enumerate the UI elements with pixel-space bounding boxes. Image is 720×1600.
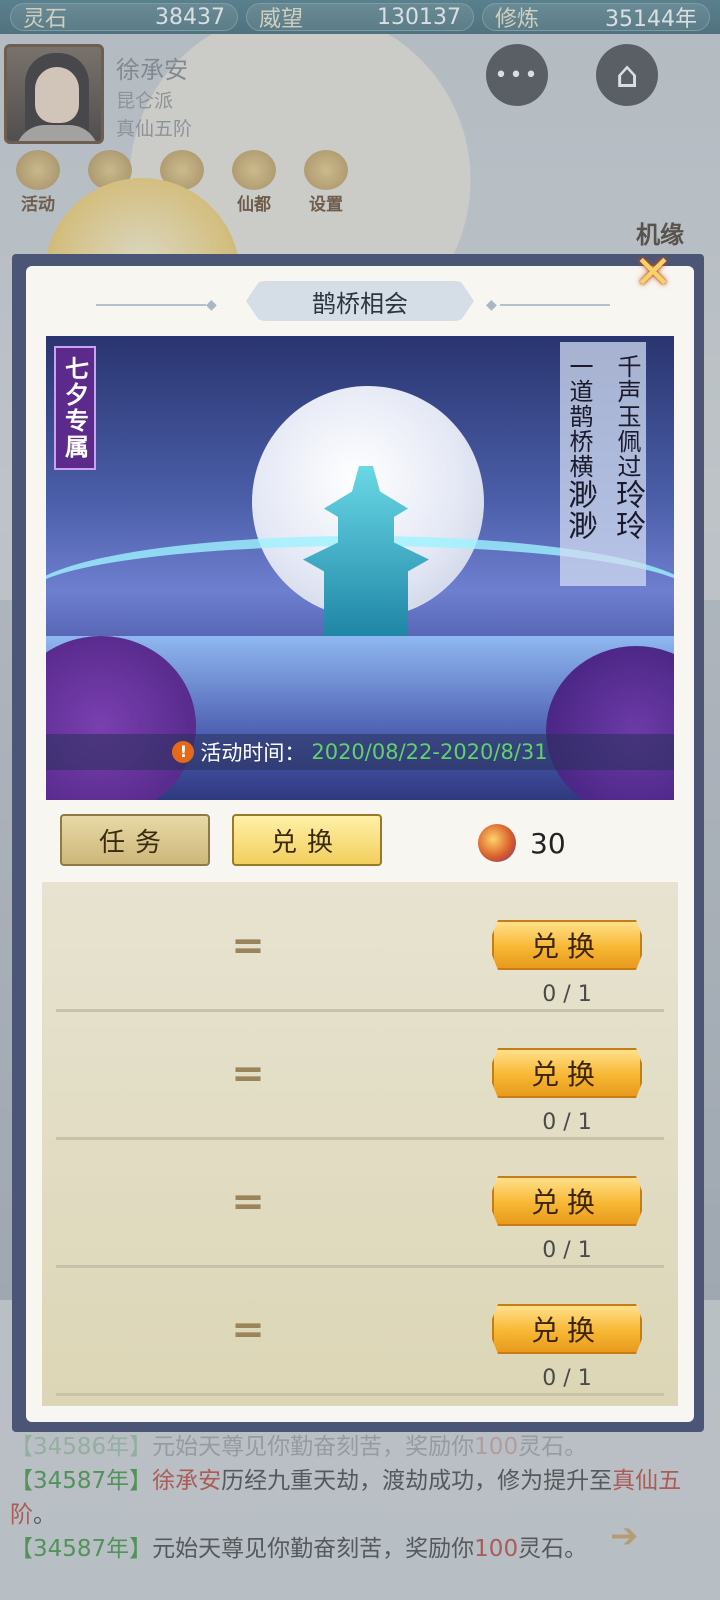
- equals-icon: =: [231, 1179, 265, 1225]
- exchange-button-label: 兑换: [530, 1314, 603, 1347]
- tab-exchange[interactable]: 兑换: [232, 814, 382, 866]
- event-time-label: 活动时间：: [200, 741, 306, 765]
- exchange-progress: 0 / 1: [542, 1238, 592, 1263]
- close-icon: ✕: [633, 245, 673, 299]
- event-time: ! 活动时间： 2020/08/22-2020/8/31: [46, 734, 674, 770]
- tab-label: 兑换: [270, 827, 343, 858]
- diamond-icon: ◆: [486, 297, 497, 313]
- poem-box: 千声玉佩过玲玲 一道鹊桥横渺渺: [560, 342, 646, 586]
- exchange-progress: 0 / 1: [542, 1110, 592, 1135]
- exchange-row: = 兑换 0 / 1: [56, 1138, 664, 1268]
- event-time-range: 2020/08/22-2020/8/31: [311, 740, 548, 764]
- exchange-row: = 兑换 0 / 1: [56, 1266, 664, 1396]
- exchange-button-label: 兑换: [530, 930, 603, 963]
- modal-title: 鹊桥相会: [246, 281, 474, 321]
- poem-text-large: 渺渺: [562, 479, 597, 541]
- close-button[interactable]: ✕: [628, 248, 678, 298]
- title-divider-left: [96, 304, 206, 306]
- event-banner: 七夕专属 千声玉佩过玲玲 一道鹊桥横渺渺 ! 活动时间： 2020/08/22-…: [46, 336, 674, 800]
- tab-label: 任务: [98, 827, 171, 858]
- magpie-token-icon: [478, 824, 516, 862]
- exchange-button[interactable]: 兑换: [492, 1304, 642, 1354]
- poem-line: 一道鹊桥横渺渺: [557, 354, 601, 586]
- exchange-button-label: 兑换: [530, 1186, 603, 1219]
- equals-icon: =: [231, 1307, 265, 1353]
- exchange-progress: 0 / 1: [542, 1366, 592, 1391]
- diamond-icon: ◆: [206, 297, 217, 313]
- poem-text: 千声玉佩过: [613, 354, 641, 479]
- exchange-button[interactable]: 兑换: [492, 1048, 642, 1098]
- qixi-exclusive-tag: 七夕专属: [54, 346, 96, 470]
- poem-text-large: 玲玲: [610, 479, 645, 541]
- equals-icon: =: [231, 1051, 265, 1097]
- poem-text: 一道鹊桥横: [565, 354, 593, 479]
- exchange-list: = 兑换 0 / 1 = 兑换 0 / 1 = 兑换 0 / 1 = 兑换 0 …: [42, 882, 678, 1406]
- exchange-row: = 兑换 0 / 1: [56, 1010, 664, 1140]
- token-count: 30: [530, 826, 566, 860]
- exchange-progress: 0 / 1: [542, 982, 592, 1007]
- equals-icon: =: [231, 923, 265, 969]
- exchange-row: = 兑换 0 / 1: [56, 882, 664, 1012]
- poem-line: 千声玉佩过玲玲: [605, 354, 649, 586]
- warning-icon: !: [172, 741, 195, 763]
- tab-tasks[interactable]: 任务: [60, 814, 210, 866]
- exchange-button[interactable]: 兑换: [492, 1176, 642, 1226]
- title-divider-right: [500, 304, 610, 306]
- exchange-button[interactable]: 兑换: [492, 920, 642, 970]
- exchange-button-label: 兑换: [530, 1058, 603, 1091]
- token-balance: 30: [478, 824, 566, 862]
